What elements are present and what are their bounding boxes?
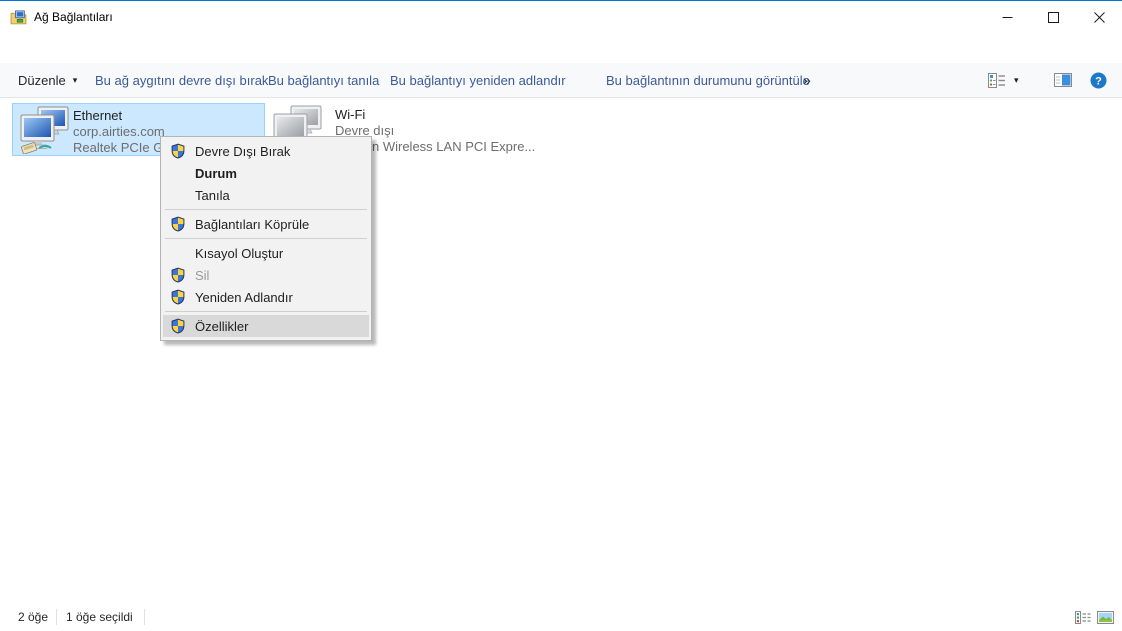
menu-separator [165, 311, 367, 312]
items-view[interactable]: Ethernet corp.airties.com Realtek PCIe G… [0, 98, 1122, 603]
command-bar: Düzenle ▾ Bu ağ aygıtını devre dışı bıra… [0, 63, 1122, 98]
context-menu: Devre Dışı Bırak Durum Tanıla Bağlantıla… [160, 136, 372, 341]
command-rename[interactable]: Bu bağlantıyı yeniden adlandır [390, 63, 566, 97]
menu-item-label: Sil [195, 268, 209, 283]
maximize-icon [1048, 12, 1059, 23]
details-view-icon [1075, 611, 1091, 624]
help-icon: ? [1090, 72, 1107, 89]
menu-item-diagnose[interactable]: Tanıla [163, 184, 369, 206]
window-icon [10, 9, 27, 26]
maximize-button[interactable] [1030, 2, 1076, 33]
selection-count: 1 öğe seçildi [66, 610, 133, 624]
menu-item-label: Yeniden Adlandır [195, 290, 293, 305]
status-bar: 2 öğe 1 öğe seçildi [0, 603, 1122, 631]
uac-shield-icon [170, 289, 186, 305]
minimize-icon [1002, 12, 1013, 23]
chevron-down-icon: ▾ [73, 75, 78, 86]
menu-item-status[interactable]: Durum [163, 162, 369, 184]
help-button[interactable]: ? [1090, 63, 1107, 97]
chevron-down-icon: ▾ [1014, 75, 1019, 86]
menu-item-delete[interactable]: Sil [163, 264, 369, 286]
more-commands-button[interactable]: » [803, 63, 811, 97]
menu-separator [165, 209, 367, 210]
status-separator [56, 609, 57, 625]
uac-shield-icon [170, 267, 186, 283]
title-bar: Ağ Bağlantıları [0, 2, 1122, 33]
menu-item-label: Bağlantıları Köprüle [195, 217, 309, 232]
connection-name: Ethernet [73, 108, 122, 123]
command-view-status[interactable]: Bu bağlantının durumunu görüntüle [606, 63, 810, 97]
command-disable-device[interactable]: Bu ağ aygıtını devre dışı bırak [95, 63, 268, 97]
thumbnails-view-icon [1097, 611, 1114, 624]
menu-item-label: Devre Dışı Bırak [195, 144, 290, 159]
menu-item-bridge-connections[interactable]: Bağlantıları Köprüle [163, 213, 369, 235]
menu-item-rename[interactable]: Yeniden Adlandır [163, 286, 369, 308]
details-view-button[interactable] [1074, 610, 1092, 625]
thumbnails-view-button[interactable] [1096, 610, 1114, 625]
menu-item-properties[interactable]: Özellikler [163, 315, 369, 337]
ethernet-adapter-icon [19, 106, 71, 157]
menu-item-label: Özellikler [195, 319, 248, 334]
navigation-bar: › Denetim Masası › Ağ ve Internet › Ağ B… [0, 33, 1122, 63]
preview-pane-icon [1054, 73, 1072, 87]
organize-menu-button[interactable]: Düzenle ▾ [18, 63, 77, 97]
uac-shield-icon [170, 143, 186, 159]
menu-item-label: Tanıla [195, 188, 230, 203]
close-button[interactable] [1076, 2, 1122, 33]
status-separator [144, 609, 145, 625]
command-diagnose[interactable]: Bu bağlantıyı tanıla [268, 63, 379, 97]
menu-separator [165, 238, 367, 239]
connection-device-partial: n Wireless LAN PCI Expre... [372, 139, 535, 154]
connection-status: corp.airties.com [73, 124, 165, 139]
svg-text:?: ? [1095, 75, 1102, 87]
item-count: 2 öğe [18, 610, 48, 624]
menu-item-label: Kısayol Oluştur [195, 246, 283, 261]
network-connections-window: Ağ Bağlantıları [0, 0, 1122, 631]
preview-pane-button[interactable] [1054, 63, 1072, 97]
view-options-icon [988, 73, 1006, 88]
view-options-button[interactable]: ▾ [988, 63, 1019, 97]
organize-label: Düzenle [18, 73, 66, 88]
uac-shield-icon [170, 216, 186, 232]
menu-item-create-shortcut[interactable]: Kısayol Oluştur [163, 242, 369, 264]
minimize-button[interactable] [984, 2, 1030, 33]
uac-shield-icon [170, 318, 186, 334]
caption-buttons [984, 2, 1122, 33]
connection-name: Wi-Fi [335, 107, 365, 122]
menu-item-disable[interactable]: Devre Dışı Bırak [163, 140, 369, 162]
close-icon [1094, 12, 1105, 23]
window-title: Ağ Bağlantıları [34, 10, 113, 24]
menu-item-label: Durum [195, 166, 237, 181]
